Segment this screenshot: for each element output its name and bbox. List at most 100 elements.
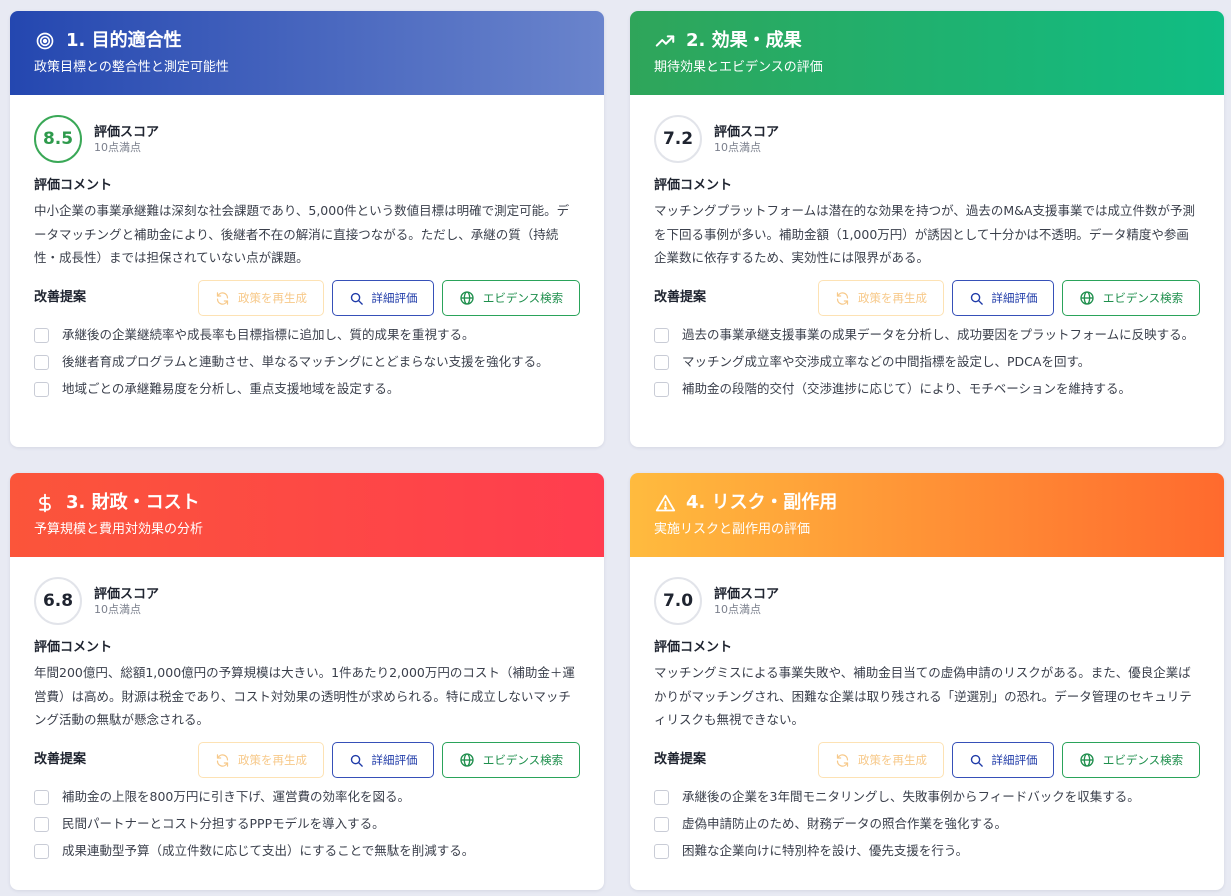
- score-badge: 6.8: [34, 577, 82, 625]
- suggestion-toolbar: 改善提案 政策を再生成 詳細評価 エビデンス検索: [34, 742, 580, 778]
- regenerate-button[interactable]: 政策を再生成: [198, 280, 324, 316]
- score-label: 評価スコア: [714, 586, 780, 602]
- suggestion-text: マッチング成立率や交渉成立率などの中間指標を設定し、PDCAを回す。: [682, 354, 1091, 369]
- detail-eval-label: 詳細評価: [991, 291, 1038, 305]
- regenerate-label: 政策を再生成: [858, 753, 927, 767]
- search-icon: [349, 291, 364, 306]
- regenerate-button[interactable]: 政策を再生成: [818, 742, 944, 778]
- suggestion-item: 補助金の上限を800万円に引き下げ、運営費の効率化を図る。: [34, 786, 580, 808]
- suggestion-item: 地域ごとの承継難易度を分析し、重点支援地域を設定する。: [34, 378, 580, 400]
- suggestion-checkbox[interactable]: [654, 790, 669, 805]
- suggestion-list: 過去の事業承継支援事業の成果データを分析し、成功要因をプラットフォームに反映する…: [654, 324, 1200, 400]
- search-icon: [969, 753, 984, 768]
- comment-label: 評価コメント: [654, 640, 733, 655]
- score-label: 評価スコア: [714, 124, 780, 140]
- card-body: 7.2 評価スコア 10点満点 評価コメント マッチングプラットフォームは潜在的…: [630, 95, 1224, 400]
- suggestion-checkbox[interactable]: [654, 328, 669, 343]
- suggestion-checkbox[interactable]: [34, 382, 49, 397]
- suggestion-label: 改善提案: [34, 752, 87, 767]
- suggestion-checkbox[interactable]: [34, 817, 49, 832]
- suggestion-item: マッチング成立率や交渉成立率などの中間指標を設定し、PDCAを回す。: [654, 351, 1200, 373]
- suggestion-list: 補助金の上限を800万円に引き下げ、運営費の効率化を図る。 民間パートナーとコスト…: [34, 786, 580, 862]
- suggestion-text: 後継者育成プログラムと連動させ、単なるマッチングにとどまらない支援を強化する。: [62, 354, 549, 369]
- card-title: 4. リスク・副作用: [686, 492, 838, 513]
- regenerate-button[interactable]: 政策を再生成: [198, 742, 324, 778]
- detail-eval-button[interactable]: 詳細評価: [332, 280, 434, 316]
- suggestion-item: 虚偽申請防止のため、財務データの照合作業を強化する。: [654, 813, 1200, 835]
- evidence-search-button[interactable]: エビデンス検索: [442, 280, 580, 316]
- suggestion-text: 補助金の上限を800万円に引き下げ、運営費の効率化を図る。: [62, 789, 410, 804]
- suggestion-item: 困難な企業向けに特別枠を設け、優先支援を行う。: [654, 840, 1200, 862]
- globe-icon: [459, 290, 475, 306]
- suggestion-checkbox[interactable]: [654, 355, 669, 370]
- suggestion-item: 過去の事業承継支援事業の成果データを分析し、成功要因をプラットフォームに反映する…: [654, 324, 1200, 346]
- evidence-search-button[interactable]: エビデンス検索: [1062, 280, 1200, 316]
- detail-eval-label: 詳細評価: [991, 753, 1038, 767]
- search-icon: [349, 753, 364, 768]
- suggestion-text: 困難な企業向けに特別枠を設け、優先支援を行う。: [682, 843, 969, 858]
- score-badge: 7.0: [654, 577, 702, 625]
- suggestion-list: 承継後の企業継続率や成長率も目標指標に追加し、質的成果を重視する。 後継者育成プロ…: [34, 324, 580, 400]
- dollar-icon: [34, 492, 56, 514]
- suggestion-checkbox[interactable]: [654, 844, 669, 859]
- detail-eval-label: 詳細評価: [371, 753, 418, 767]
- regenerate-label: 政策を再生成: [858, 291, 927, 305]
- evaluation-card-2: 2. 効果・成果 期待効果とエビデンスの評価 7.2 評価スコア 10点満点 評…: [630, 11, 1224, 447]
- suggestion-label: 改善提案: [654, 290, 707, 305]
- evidence-search-label: エビデンス検索: [482, 753, 564, 767]
- comment-text: 中小企業の事業承継難は深刻な社会課題であり、5,000件という数値目標は明確で測…: [34, 203, 570, 265]
- card-body: 8.5 評価スコア 10点満点 評価コメント 中小企業の事業承継難は深刻な社会課…: [10, 95, 604, 400]
- card-subtitle: 期待効果とエビデンスの評価: [654, 60, 823, 75]
- suggestion-item: 後継者育成プログラムと連動させ、単なるマッチングにとどまらない支援を強化する。: [34, 351, 580, 373]
- suggestion-checkbox[interactable]: [34, 328, 49, 343]
- detail-eval-label: 詳細評価: [371, 291, 418, 305]
- detail-eval-button[interactable]: 詳細評価: [952, 742, 1054, 778]
- score-max: 10点満点: [94, 140, 141, 154]
- suggestion-item: 成果連動型予算（成立件数に応じて支出）にすることで無駄を削減する。: [34, 840, 580, 862]
- globe-icon: [1079, 752, 1095, 768]
- evidence-search-button[interactable]: エビデンス検索: [442, 742, 580, 778]
- suggestion-checkbox[interactable]: [654, 382, 669, 397]
- score-badge: 7.2: [654, 115, 702, 163]
- evidence-search-label: エビデンス検索: [482, 291, 564, 305]
- card-subtitle: 政策目標との整合性と測定可能性: [34, 60, 229, 75]
- comment-label: 評価コメント: [34, 178, 113, 193]
- score-max: 10点満点: [714, 602, 761, 616]
- suggestion-item: 民間パートナーとコスト分担するPPPモデルを導入する。: [34, 813, 580, 835]
- card-header: 4. リスク・副作用 実施リスクと副作用の評価: [630, 473, 1224, 557]
- suggestion-list: 承継後の企業を3年間モニタリングし、失敗事例からフィードバックを収集する。 虚偽申…: [654, 786, 1200, 862]
- regenerate-label: 政策を再生成: [238, 753, 307, 767]
- suggestion-text: 過去の事業承継支援事業の成果データを分析し、成功要因をプラットフォームに反映する…: [682, 327, 1195, 342]
- suggestion-text: 民間パートナーとコスト分担するPPPモデルを導入する。: [62, 816, 385, 831]
- refresh-icon: [835, 291, 850, 306]
- suggestion-checkbox[interactable]: [34, 355, 49, 370]
- card-title: 3. 財政・コスト: [66, 492, 200, 513]
- warning-icon: [654, 492, 676, 514]
- suggestion-text: 成果連動型予算（成立件数に応じて支出）にすることで無駄を削減する。: [62, 843, 475, 858]
- refresh-icon: [215, 291, 230, 306]
- suggestion-text: 補助金の段階的交付（交渉進捗に応じて）により、モチベーションを維持する。: [682, 381, 1132, 396]
- evidence-search-button[interactable]: エビデンス検索: [1062, 742, 1200, 778]
- suggestion-toolbar: 改善提案 政策を再生成 詳細評価 エビデンス検索: [34, 280, 580, 316]
- refresh-icon: [835, 753, 850, 768]
- suggestion-checkbox[interactable]: [34, 844, 49, 859]
- comment-label: 評価コメント: [34, 640, 113, 655]
- score-label: 評価スコア: [94, 586, 160, 602]
- comment-label: 評価コメント: [654, 178, 733, 193]
- comment-text: マッチングミスによる事業失敗や、補助金目当ての虚偽申請のリスクがある。また、優良…: [654, 665, 1192, 727]
- score-max: 10点満点: [714, 140, 761, 154]
- score-row: 7.2 評価スコア 10点満点: [654, 115, 1200, 163]
- suggestion-checkbox[interactable]: [654, 817, 669, 832]
- regenerate-label: 政策を再生成: [238, 291, 307, 305]
- suggestion-checkbox[interactable]: [34, 790, 49, 805]
- suggestion-text: 地域ごとの承継難易度を分析し、重点支援地域を設定する。: [62, 381, 400, 396]
- detail-eval-button[interactable]: 詳細評価: [952, 280, 1054, 316]
- evidence-search-label: エビデンス検索: [1102, 291, 1184, 305]
- suggestion-label: 改善提案: [654, 752, 707, 767]
- evaluation-card-1: 1. 目的適合性 政策目標との整合性と測定可能性 8.5 評価スコア 10点満点…: [10, 11, 604, 447]
- card-subtitle: 実施リスクと副作用の評価: [654, 522, 811, 537]
- detail-eval-button[interactable]: 詳細評価: [332, 742, 434, 778]
- score-badge: 8.5: [34, 115, 82, 163]
- regenerate-button[interactable]: 政策を再生成: [818, 280, 944, 316]
- comment-text: マッチングプラットフォームは潜在的な効果を持つが、過去のM&A支援事業では成立件…: [654, 203, 1195, 265]
